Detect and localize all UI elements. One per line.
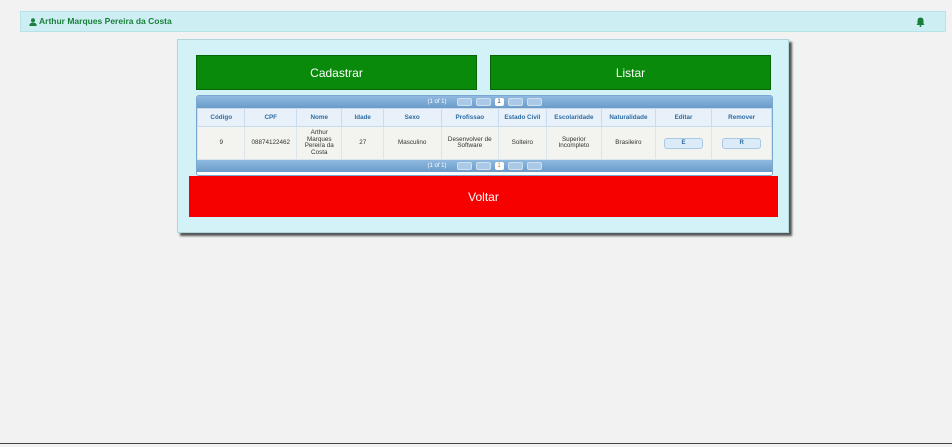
cell-remover: R	[711, 126, 772, 160]
table-row[interactable]: 9 08874122462 Arthur Marques Pereira da …	[197, 126, 772, 160]
cell-nome: Arthur Marques Pereira da Costa	[296, 126, 343, 160]
column-header[interactable]: Sexo	[382, 108, 442, 127]
voltar-button[interactable]: Voltar	[189, 176, 778, 217]
paginator-report: (1 of 1)	[427, 99, 447, 105]
column-header[interactable]: Estado Civil	[498, 108, 547, 127]
cell-editar: E	[654, 126, 713, 160]
edit-button[interactable]: E	[663, 137, 703, 149]
top-bar: Arthur Marques Pereira da Costa	[20, 11, 946, 32]
main-panel: Cadastrar Listar (1 of 1) 1 Código CPF N…	[177, 39, 789, 233]
last-page-button[interactable]	[526, 162, 542, 170]
user-name[interactable]: Arthur Marques Pereira da Costa	[39, 16, 172, 26]
table-header-row: Código CPF Nome Idade Sexo Profissao Est…	[197, 108, 772, 127]
bell-icon[interactable]	[916, 17, 925, 27]
cell-cpf: 08874122462	[244, 126, 298, 160]
people-table: Código CPF Nome Idade Sexo Profissao Est…	[197, 108, 772, 160]
next-page-button[interactable]	[507, 162, 523, 170]
first-page-button[interactable]	[456, 162, 472, 170]
remove-button[interactable]: R	[722, 137, 762, 149]
user-icon	[29, 18, 37, 26]
column-header[interactable]: CPF	[244, 108, 298, 127]
paginator-top: (1 of 1) 1	[197, 96, 772, 108]
page-number-button[interactable]: 1	[494, 98, 504, 106]
bottom-divider	[0, 443, 952, 444]
column-header[interactable]: Naturalidade	[601, 108, 656, 127]
paginator-report: (1 of 1)	[427, 163, 447, 169]
first-page-button[interactable]	[456, 98, 472, 106]
cell-codigo: 9	[197, 126, 246, 160]
cell-sexo: Masculino	[382, 126, 442, 160]
cell-escolaridade: Superior Incompleto	[545, 126, 603, 160]
prev-page-button[interactable]	[475, 98, 491, 106]
last-page-button[interactable]	[526, 98, 542, 106]
cell-naturalidade: Brasileiro	[601, 126, 656, 160]
cell-profissao: Desenvolver de Software	[440, 126, 500, 160]
cell-idade: 27	[341, 126, 384, 160]
listar-button[interactable]: Listar	[490, 55, 771, 90]
cell-estado-civil: Solteiro	[498, 126, 547, 160]
prev-page-button[interactable]	[475, 162, 491, 170]
column-header[interactable]: Código	[197, 108, 246, 127]
column-header[interactable]: Idade	[341, 108, 384, 127]
paginator-bottom: (1 of 1) 1	[197, 160, 772, 172]
cadastrar-button[interactable]: Cadastrar	[196, 55, 477, 90]
column-header[interactable]: Nome	[296, 108, 343, 127]
column-header[interactable]: Profissao	[440, 108, 500, 127]
page-number-button[interactable]: 1	[494, 162, 504, 170]
next-page-button[interactable]	[507, 98, 523, 106]
column-header[interactable]: Editar	[654, 108, 713, 127]
data-table: (1 of 1) 1 Código CPF Nome Idade Sexo Pr…	[196, 95, 773, 176]
column-header[interactable]: Remover	[711, 108, 772, 127]
column-header[interactable]: Escolaridade	[545, 108, 603, 127]
